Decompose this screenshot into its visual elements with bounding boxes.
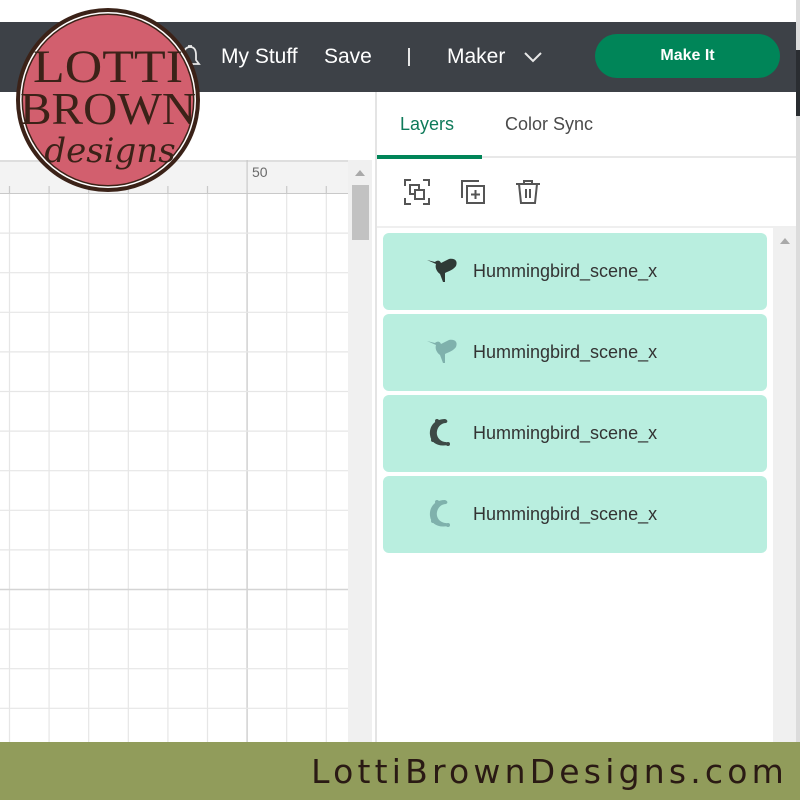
layers-scrollbar[interactable] [773, 228, 796, 742]
tab-layers[interactable]: Layers [400, 114, 454, 135]
layers-scroll-up-icon[interactable] [780, 238, 790, 244]
logo-line-2: BROWN [20, 83, 196, 134]
tab-color-sync[interactable]: Color Sync [505, 114, 593, 135]
lotti-brown-designs-logo: LOTTI BROWN designs [16, 8, 200, 192]
group-icon[interactable] [403, 178, 431, 206]
layer-name: Hummingbird_scene_x [473, 261, 658, 281]
hummingbird-dark-thumbnail-icon [427, 258, 457, 282]
save-button[interactable]: Save [324, 22, 372, 92]
header-separator [408, 48, 410, 66]
hummingbird-light-thumbnail-icon [427, 339, 457, 363]
layer-name: Hummingbird_scene_x [473, 504, 658, 524]
footer-website: LottiBrownDesigns.com [311, 752, 788, 791]
floral-crescent-dark-thumbnail-icon [429, 419, 450, 446]
canvas-grid[interactable] [0, 194, 348, 742]
toolbar-divider [377, 226, 796, 228]
panel-divider [375, 92, 377, 742]
floral-crescent-light-thumbnail-icon [429, 500, 450, 527]
layer-name: Hummingbird_scene_x [473, 423, 658, 443]
logo-line-3: designs [44, 131, 175, 171]
canvas-scrollbar[interactable] [348, 160, 372, 742]
panel-tabs: Layers Color Sync [377, 92, 796, 158]
my-stuff-link[interactable]: My Stuff [221, 22, 298, 92]
layer-item[interactable]: Hummingbird_scene_x [383, 395, 767, 472]
machine-select[interactable]: Maker [447, 22, 505, 92]
duplicate-icon[interactable] [459, 178, 487, 206]
canvas-scrollbar-thumb[interactable] [352, 185, 369, 240]
chevron-down-icon[interactable] [522, 49, 544, 65]
page-scrollbar-thumb[interactable] [796, 50, 800, 116]
canvas-scroll-up-icon[interactable] [355, 170, 365, 176]
footer-banner: LottiBrownDesigns.com [0, 742, 800, 800]
layer-item[interactable]: Hummingbird_scene_x [383, 314, 767, 391]
make-it-button[interactable]: Make It [595, 34, 780, 78]
active-tab-indicator [377, 155, 482, 159]
ruler-label: 50 [252, 164, 268, 180]
layer-item[interactable]: Hummingbird_scene_x [383, 476, 767, 553]
layer-item[interactable]: Hummingbird_scene_x [383, 233, 767, 310]
layer-name: Hummingbird_scene_x [473, 342, 658, 362]
delete-icon[interactable] [514, 178, 542, 206]
